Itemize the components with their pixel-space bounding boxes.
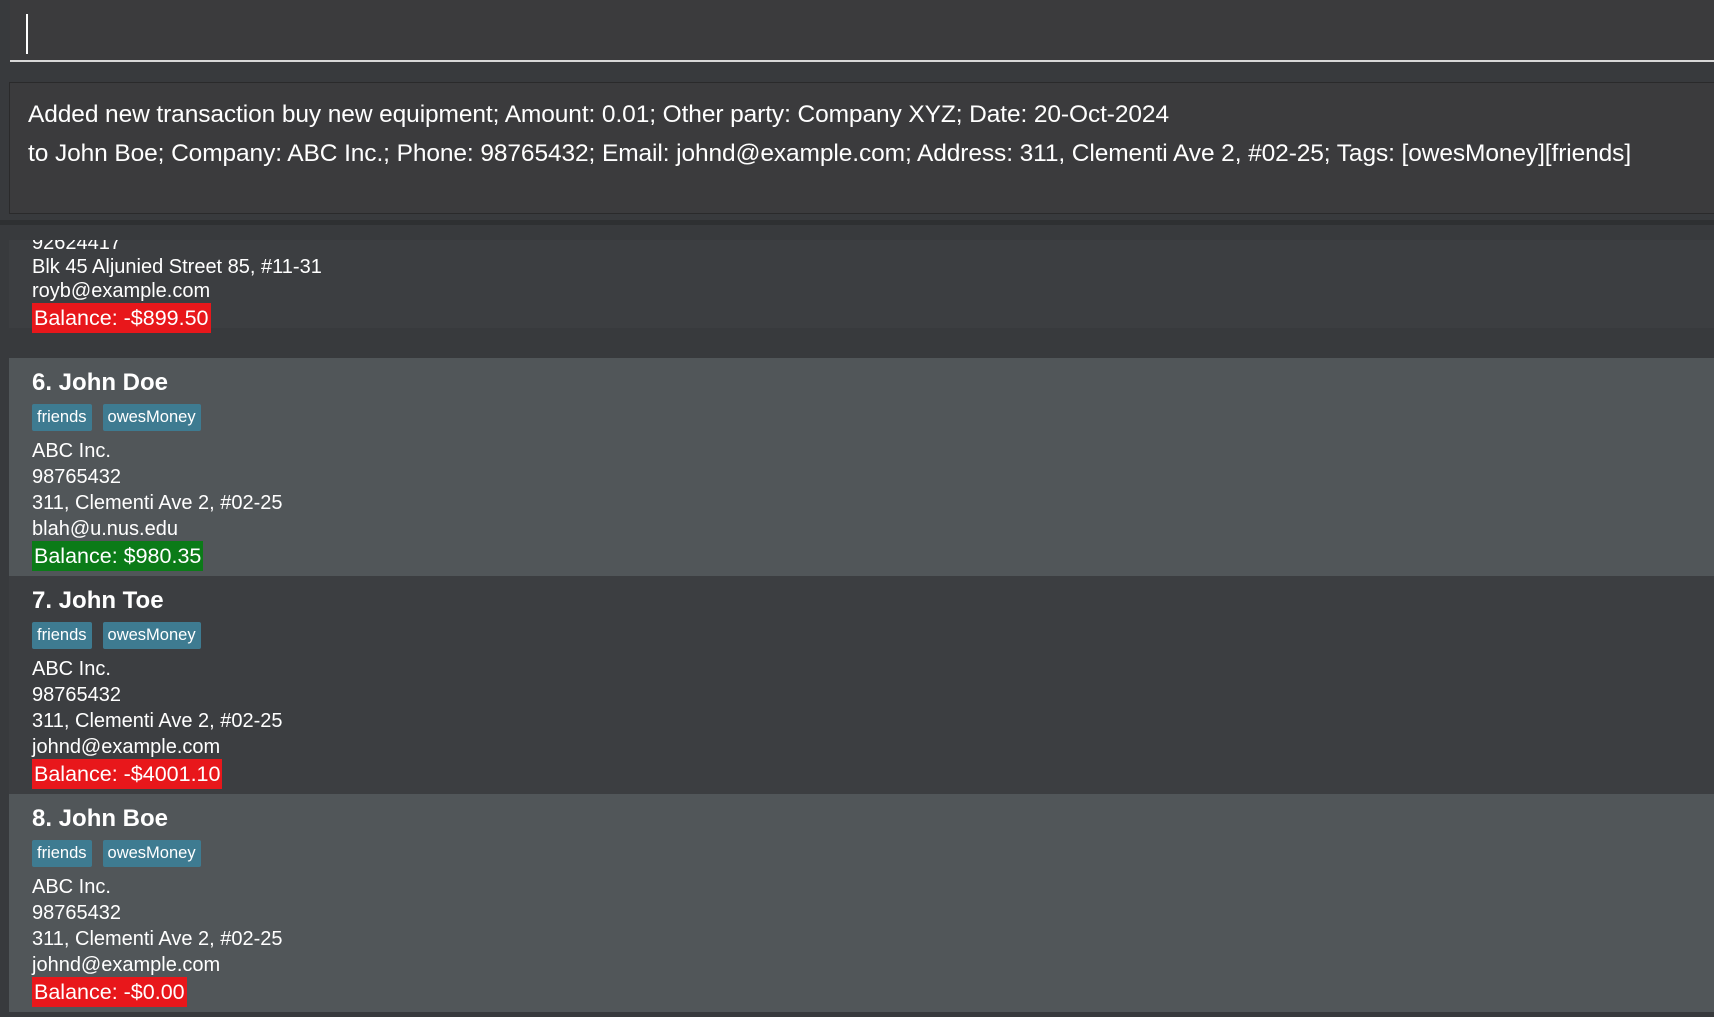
person-phone: 98765432: [32, 902, 121, 924]
person-card[interactable]: 6. John Doe friends owesMoney ABC Inc. 9…: [9, 358, 1714, 576]
person-name: 8. John Boe: [32, 805, 169, 832]
person-company: ABC Inc.: [32, 876, 111, 898]
person-email: royb@example.com: [32, 280, 211, 302]
person-address: 311, Clementi Ave 2, #02-25: [32, 710, 283, 732]
person-company: ABC Inc.: [32, 658, 111, 680]
tag-label: owesMoney: [102, 840, 201, 867]
person-card[interactable]: 7. John Toe friends owesMoney ABC Inc. 9…: [9, 576, 1714, 794]
result-display[interactable]: Added new transaction buy new equipment;…: [9, 82, 1714, 214]
person-tags: friends owesMoney: [32, 840, 201, 867]
person-tags: friends owesMoney: [32, 404, 201, 431]
tag-label: friends: [32, 404, 92, 431]
person-email: blah@u.nus.edu: [32, 518, 178, 540]
person-phone: 98765432: [32, 466, 121, 488]
person-address: Blk 45 Aljunied Street 85, #11-31: [32, 256, 322, 278]
person-phone: 98765432: [32, 684, 121, 706]
text-caret: [26, 14, 28, 54]
tag-label: friends: [32, 840, 92, 867]
command-input[interactable]: [24, 14, 1694, 54]
tag-label: owesMoney: [102, 622, 201, 649]
app-window: Added new transaction buy new equipment;…: [0, 0, 1714, 1017]
person-address: 311, Clementi Ave 2, #02-25: [32, 928, 283, 950]
person-email: johnd@example.com: [32, 736, 221, 758]
person-address: 311, Clementi Ave 2, #02-25: [32, 492, 283, 514]
command-box[interactable]: [10, 0, 1714, 62]
person-card[interactable]: 92624417 Blk 45 Aljunied Street 85, #11-…: [9, 240, 1714, 333]
person-name: 7. John Toe: [32, 587, 164, 614]
person-balance: Balance: $980.35: [32, 541, 204, 571]
person-list[interactable]: 92624417 Blk 45 Aljunied Street 85, #11-…: [9, 240, 1714, 1017]
person-tags: friends owesMoney: [32, 622, 201, 649]
tag-label: owesMoney: [102, 404, 201, 431]
person-company: ABC Inc.: [32, 440, 111, 462]
person-balance: Balance: -$899.50: [32, 303, 211, 333]
person-balance: Balance: -$0.00: [32, 977, 187, 1007]
person-balance: Balance: -$4001.10: [32, 759, 223, 789]
result-line: to John Boe; Company: ABC Inc.; Phone: 9…: [28, 140, 1632, 167]
person-name: 6. John Doe: [32, 369, 169, 396]
panel-divider[interactable]: [0, 220, 1714, 225]
person-card[interactable]: 8. John Boe friends owesMoney ABC Inc. 9…: [9, 794, 1714, 1012]
tag-label: friends: [32, 622, 92, 649]
person-email: johnd@example.com: [32, 954, 221, 976]
result-line: Added new transaction buy new equipment;…: [28, 101, 1169, 128]
